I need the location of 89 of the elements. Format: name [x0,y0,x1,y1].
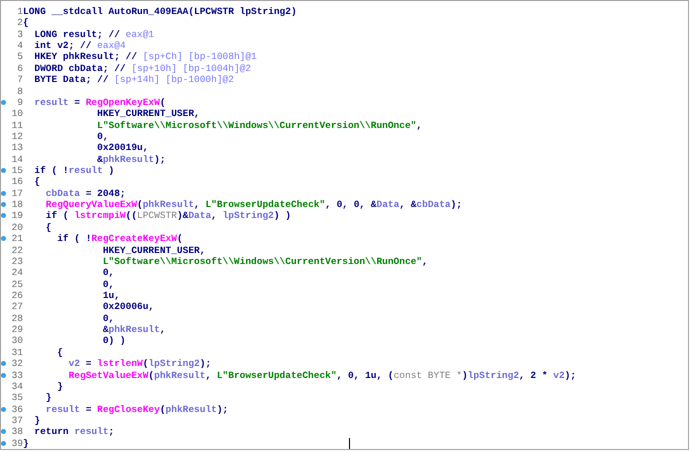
code-line: 0x20006u, [102,301,154,313]
line-number: 25 [12,278,23,290]
line-number: 18 [12,199,23,210]
line-number: 35 [12,392,23,404]
breakpoint-dot[interactable] [1,361,6,366]
breakpoint-dot[interactable] [1,406,6,412]
code-line: RegQueryValueExW(phkResult, L"BrowserUpdateCheck", 0, 0, &Data, &cbData); [44,199,462,210]
code-line: cbData = 2048; [44,188,126,200]
code-line: 0, [102,267,114,279]
code-line: result = RegCloseKey(phkResult); [44,404,228,415]
line-number: 30 [12,335,23,347]
line-number: 28 [12,312,23,324]
code-line: HKEY_CURRENT_USER, [96,108,200,120]
line-number: 19 [12,210,23,222]
code-line: { [56,346,63,358]
line-number: 33 [12,370,23,381]
line-number: 14 [12,154,23,166]
code-line: } [44,392,52,404]
line-number: 2 [17,17,23,29]
code-line: v2 = lstrlenW(lpString2); [68,358,212,370]
code-line: 0) ) [102,335,126,347]
breakpoint-dot[interactable] [1,236,6,242]
line-number: 29 [12,324,23,336]
code-line: if ( !result ) [33,165,114,176]
breakpoint-dot[interactable] [1,202,6,208]
code-line: HKEY_CURRENT_USER, [102,244,206,256]
line-number: 17 [12,188,23,200]
code-line: DWORD cbData; // [sp+10h] [bp-1004h]@2 [33,62,252,74]
line-number: 36 [12,404,23,415]
line-number: 23 [12,256,23,268]
line-number: 20 [12,222,23,234]
code-line: 0x20019u, [96,142,148,154]
line-number: 27 [12,301,23,313]
line-number: 32 [12,358,23,370]
line-number: 3 [17,28,23,40]
code-line: if ( lstrcmpiW((LPCWSTR)&Data, lpString2) ) [44,210,291,222]
breakpoint-dot[interactable] [1,168,6,174]
code-line: { [33,176,40,188]
code-line: { [23,17,29,29]
line-number: 24 [12,267,23,279]
line-number: 4 [17,40,23,52]
line-number: 38 [12,426,23,438]
code-line: } [33,414,40,426]
line-number: 8 [17,86,23,97]
code-line: 0, [102,312,114,324]
line-number: 21 [12,233,23,245]
line-number: 26 [12,290,23,302]
line-number: 34 [12,380,23,392]
code-line: 1u, [102,290,120,302]
line-number: 16 [12,176,23,188]
breakpoint-dot[interactable] [1,190,6,196]
code-line: return result; [33,426,114,438]
line-number: 10 [12,108,23,120]
line-number: 39 [12,438,23,449]
breakpoint-dot[interactable] [1,213,6,218]
line-number: 6 [17,62,23,74]
code-line: } [56,380,63,392]
line-number: 12 [12,130,23,142]
line-number: 31 [12,346,23,358]
text-cursor [349,438,350,449]
line-number: 5 [17,51,23,63]
code-line: if ( !RegCreateKeyExW( [56,233,183,245]
code-line: 0, [96,130,109,142]
line-number: 11 [12,120,23,131]
line-number: 13 [12,142,23,154]
line-number: 1 [17,6,23,18]
code-line: BYTE Data; // [sp+14h] [bp-1000h]@2 [33,74,234,86]
code-line: LONG __stdcall AutoRun_409EAA(LPCWSTR lpString2) [23,6,297,18]
code-line: LONG result; // eax@1 [33,28,154,40]
code-line: int v2; // eax@4 [33,40,126,52]
breakpoint-dot[interactable] [1,372,6,378]
code-line: L"Software\\Microsoft\\Windows\\CurrentVersion\\RunOnce", [96,120,422,131]
line-number: 15 [12,165,23,176]
breakpoint-dot[interactable] [1,429,6,434]
breakpoint-dot[interactable] [1,100,6,105]
code-line: 0, [102,278,114,290]
code-line: &phkResult); [96,154,166,166]
code-line: RegSetValueExW(phkResult, L"BrowserUpdateCheck", 0, 1u, (const BYTE *)lpString2, 2 * v2); [68,370,576,381]
code-line: } [23,438,29,449]
breakpoint-dot[interactable] [1,440,6,446]
code-line: &phkResult, [102,324,166,336]
line-number: 9 [17,96,23,108]
line-number: 37 [12,414,23,426]
code-line: HKEY phkResult; // [sp+Ch] [bp-1008h]@1 [33,51,257,63]
code-line: result = RegOpenKeyExW( [33,96,166,108]
line-number: 22 [12,244,23,256]
code-line: { [44,222,52,234]
code-line: L"Software\\Microsoft\\Windows\\CurrentVersion\\RunOnce", [102,256,428,268]
line-number: 7 [17,74,23,86]
